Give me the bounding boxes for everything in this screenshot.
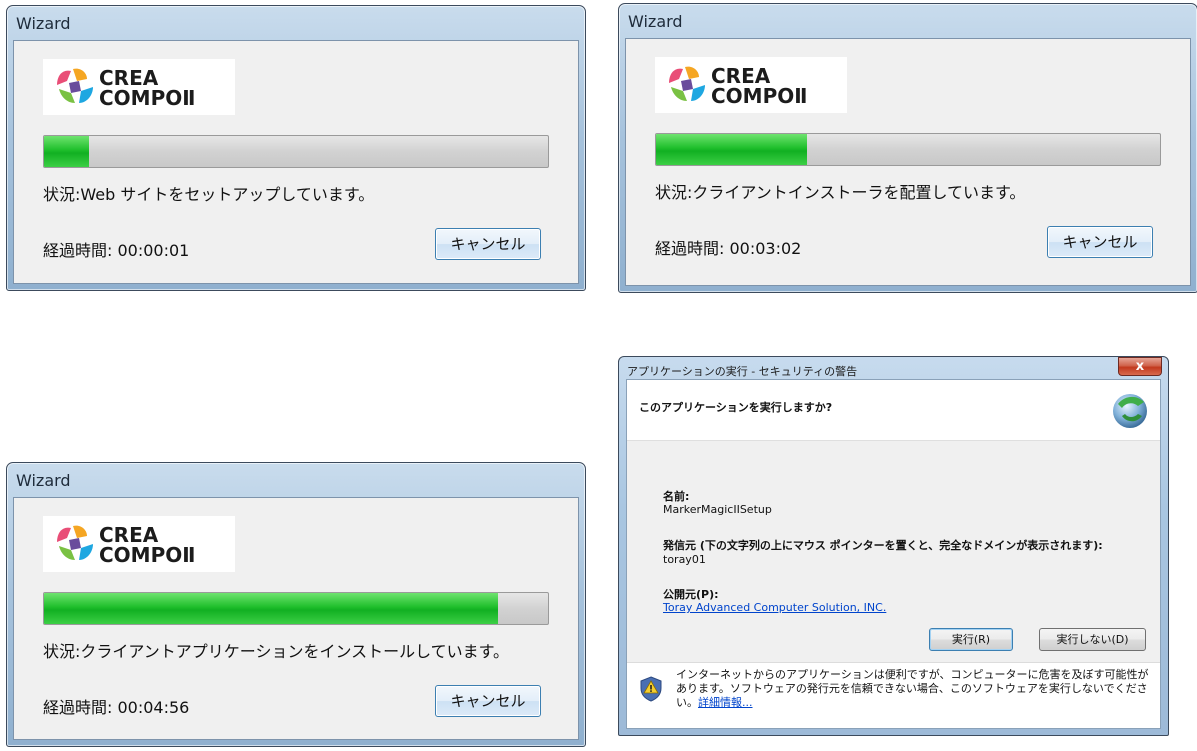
- wizard-client-area: CREA COMPOⅡ 状況:クライアントアプリケーションをインストールしていま…: [13, 497, 579, 740]
- run-question: このアプリケーションを実行しますか?: [639, 401, 833, 414]
- from-value[interactable]: toray01: [663, 553, 706, 566]
- elapsed-line: 経過時間: 00:03:02: [655, 235, 801, 259]
- elapsed-label: 経過時間:: [655, 239, 725, 258]
- close-button[interactable]: x: [1118, 357, 1162, 376]
- window-title: Wizard: [628, 12, 683, 31]
- crea-compo-logo-icon: [669, 66, 705, 101]
- progress-bar: [43, 592, 549, 625]
- dialog-title: アプリケーションの実行 - セキュリティの警告: [627, 365, 858, 378]
- elapsed-line: 経過時間: 00:04:56: [43, 694, 189, 718]
- window-title: Wizard: [16, 14, 71, 33]
- logo-text-crea: CREA: [99, 66, 159, 90]
- wizard-window-1: Wizard CREA COMPOⅡ 状況:Web サイトをセットアップしていま…: [6, 5, 586, 291]
- progress-bar: [43, 135, 549, 168]
- crea-compo-logo: CREA COMPOⅡ: [655, 57, 847, 113]
- status-text: Web サイトをセットアップしています。: [80, 185, 375, 204]
- publisher-label: 公開元(P):: [663, 588, 719, 601]
- status-label: 状況:: [43, 642, 81, 661]
- from-label: 発信元 (下の文字列の上にマウス ポインターを置くと、完全なドメインが表示されま…: [663, 539, 1103, 552]
- status-line: 状況:クライアントアプリケーションをインストールしています。: [43, 638, 509, 662]
- name-label: 名前:: [663, 490, 690, 503]
- progress-bar: [655, 133, 1161, 166]
- globe-app-icon: [1113, 394, 1147, 428]
- dialog-header: このアプリケーションを実行しますか?: [627, 380, 1160, 441]
- wizard-window-2: Wizard CREA COMPOⅡ 状況:クライアントインストーラを配置してい…: [618, 3, 1197, 293]
- crea-compo-logo: CREA COMPOⅡ: [43, 59, 235, 115]
- logo-text-compo: COMPOⅡ: [711, 84, 808, 108]
- run-button[interactable]: 実行(R): [929, 628, 1013, 651]
- logo-text-compo: COMPOⅡ: [99, 543, 196, 567]
- cancel-button[interactable]: キャンセル: [435, 228, 541, 260]
- elapsed-value: 00:03:02: [729, 239, 802, 258]
- progress-fill: [656, 134, 808, 165]
- more-info-link[interactable]: 詳細情報...: [698, 696, 753, 709]
- dont-run-button[interactable]: 実行しない(D): [1039, 628, 1146, 651]
- wizard-window-3: Wizard CREA COMPOⅡ 状況:クライアントアプリケーションをインス…: [6, 462, 586, 747]
- security-warning-dialog: アプリケーションの実行 - セキュリティの警告 x このアプリケーションを実行し…: [618, 356, 1169, 736]
- progress-fill: [44, 136, 90, 167]
- status-line: 状況:Web サイトをセットアップしています。: [43, 181, 374, 205]
- status-label: 状況:: [655, 183, 693, 202]
- cancel-button[interactable]: キャンセル: [1047, 226, 1153, 258]
- publisher-link[interactable]: Toray Advanced Computer Solution, INC.: [663, 601, 886, 614]
- wizard-client-area: CREA COMPOⅡ 状況:Web サイトをセットアップしています。 経過時間…: [13, 40, 579, 284]
- elapsed-label: 経過時間:: [43, 698, 113, 717]
- title-bar[interactable]: Wizard: [7, 463, 585, 497]
- crea-compo-logo: CREA COMPOⅡ: [43, 516, 235, 572]
- warning-shield-icon: [640, 676, 662, 702]
- dialog-client-area: このアプリケーションを実行しますか? 名前: MarkerMagicIISetu…: [626, 379, 1161, 729]
- crea-compo-logo-icon: [57, 68, 93, 103]
- crea-compo-logo-icon: [57, 525, 93, 560]
- window-title: Wizard: [16, 471, 71, 490]
- name-value: MarkerMagicIISetup: [663, 503, 772, 516]
- elapsed-label: 経過時間:: [43, 241, 113, 260]
- status-line: 状況:クライアントインストーラを配置しています。: [655, 179, 1025, 203]
- elapsed-value: 00:04:56: [117, 698, 190, 717]
- elapsed-line: 経過時間: 00:00:01: [43, 237, 189, 261]
- logo-text-compo: COMPOⅡ: [99, 86, 196, 110]
- warning-text-block: インターネットからのアプリケーションは便利ですが、コンピューターに危害を及ぼす可…: [676, 668, 1152, 710]
- wizard-client-area: CREA COMPOⅡ 状況:クライアントインストーラを配置しています。 経過時…: [625, 38, 1191, 286]
- title-bar[interactable]: Wizard: [7, 6, 585, 40]
- progress-fill: [44, 593, 498, 624]
- status-text: クライアントインストーラを配置しています。: [692, 183, 1026, 202]
- warning-footer: インターネットからのアプリケーションは便利ですが、コンピューターに危害を及ぼす可…: [627, 663, 1160, 728]
- title-bar[interactable]: Wizard: [619, 4, 1197, 38]
- cancel-button[interactable]: キャンセル: [435, 685, 541, 717]
- logo-text-crea: CREA: [711, 64, 771, 88]
- elapsed-value: 00:00:01: [117, 241, 190, 260]
- status-label: 状況:: [43, 185, 81, 204]
- logo-text-crea: CREA: [99, 523, 159, 547]
- status-text: クライアントアプリケーションをインストールしています。: [80, 642, 510, 661]
